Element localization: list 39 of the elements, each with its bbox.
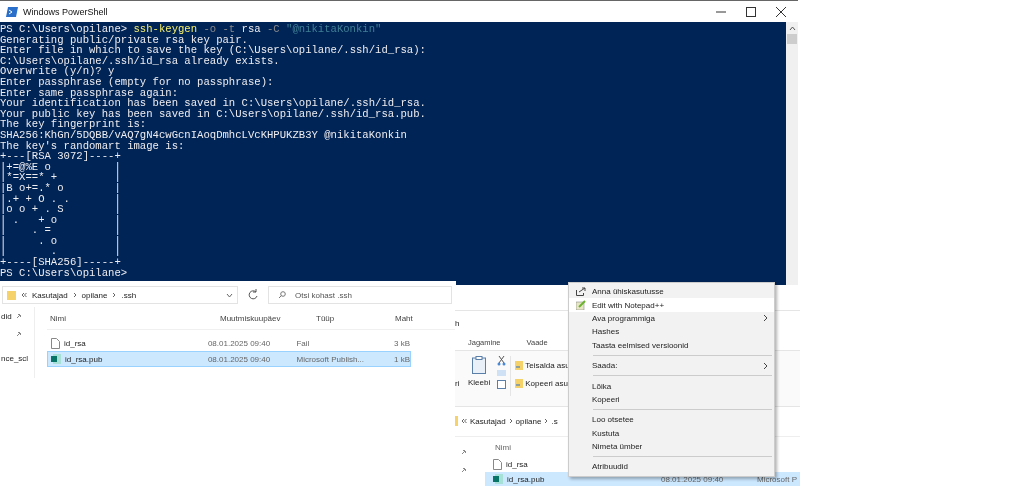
console-line: |o o + . S | [0,204,122,215]
console-line: |+=@%E o | [0,161,122,173]
console-line: The key fingerprint is: [0,119,147,130]
console-line: | . = | [0,225,122,236]
file-size: 3 kB [393,338,410,348]
console-line: Enter passphrase (empty for no passphrase): [0,76,275,88]
modified-date: 08.01.2025 09:40 [661,474,725,484]
file-name: id_rsa [506,459,528,469]
console-line: Your public key has been saved in C:\Users\opilane/.ssh/id_rsa.pub. [0,108,427,120]
console-line: PS C:\Users\opilane> [0,267,129,279]
ribbon-label: ri [455,379,461,388]
file-type: Fail [296,338,311,348]
console-line: |*=X==* + | [0,172,122,183]
console-line: C:\Users\opilane/.ssh/id_rsa already exists. [0,55,280,67]
file-name: id_rsa.pub [65,354,103,364]
file-type: Microsoft Publish... [296,354,366,364]
file-size: 1 kB [393,354,410,364]
file-name: id_rsa [64,338,86,348]
console-line: Overwrite (y/n)? y [0,66,115,77]
console-line: The key's randomart image is: [0,140,185,152]
file-name: id_rsa.pub [507,474,545,484]
console-line: +---[RSA 3072]----+ [0,151,122,162]
console-line: SHA256:KhGn/5DQBB/vAQ7gN4cwGcnIAoqDmhcLVcKHPUKZB3Y @nikitaKonkin [0,129,408,141]
window-title: Windows PowerShell [23,6,108,17]
modified-date: 08.01.2025 09:40 [207,354,272,364]
file-type: Microsoft P [757,474,797,484]
console-line: Your identification has been saved in C:\Users\opilane/.ssh/id_rsa. [0,98,427,109]
console-line: | . + o | [0,214,122,226]
command-line: PS C:\Users\opilane> ssh-keygen -o -t rsa -C "@nikitaKonkin" [0,24,383,35]
window-title: h [455,318,460,328]
console-line: +----[SHA256]-----+ [0,257,121,268]
console-line: | . o | [0,235,122,247]
console-line: Enter file in which to save the key (C:\Users\opilane/.ssh/id_rsa): [0,45,427,56]
console-line: | . | [0,246,122,258]
console-line: Generating public/private rsa key pair. [0,34,248,46]
console-line: |B o+=.* o | [0,182,122,194]
console-line: |.+ + O . . | [0,193,122,205]
console-line: Enter same passphrase again: [0,87,179,99]
modified-date: 08.01.2025 09:40 [207,338,272,348]
